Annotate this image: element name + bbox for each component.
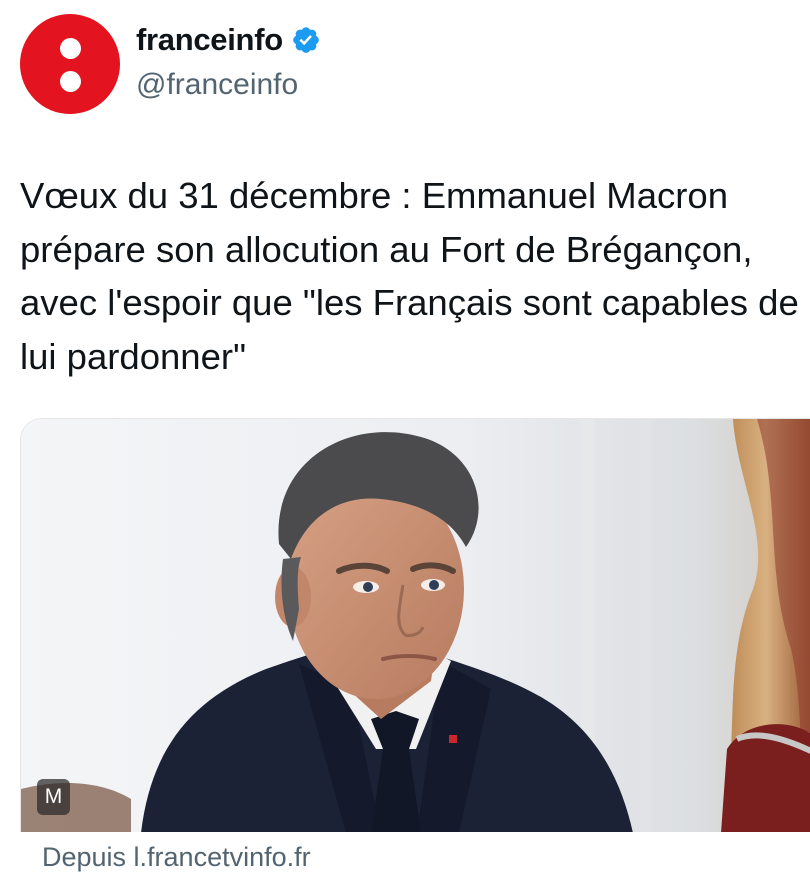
franceinfo-avatar[interactable] [20, 14, 120, 114]
display-name[interactable]: franceinfo [136, 22, 283, 58]
avatar-dot-bottom [60, 71, 81, 92]
account-handle[interactable]: @franceinfo [136, 68, 298, 102]
link-card-image[interactable] [20, 418, 810, 832]
avatar-dot-top [60, 38, 81, 59]
tweet-text: Vœux du 31 décembre : Emmanuel Macron pr… [20, 175, 799, 377]
media-badge: M [37, 779, 70, 815]
link-source[interactable]: Depuis l.francetvinfo.fr [42, 842, 311, 873]
verified-badge-icon[interactable] [291, 25, 321, 55]
macron-photo [21, 419, 810, 832]
account-name-row: franceinfo [136, 22, 321, 58]
